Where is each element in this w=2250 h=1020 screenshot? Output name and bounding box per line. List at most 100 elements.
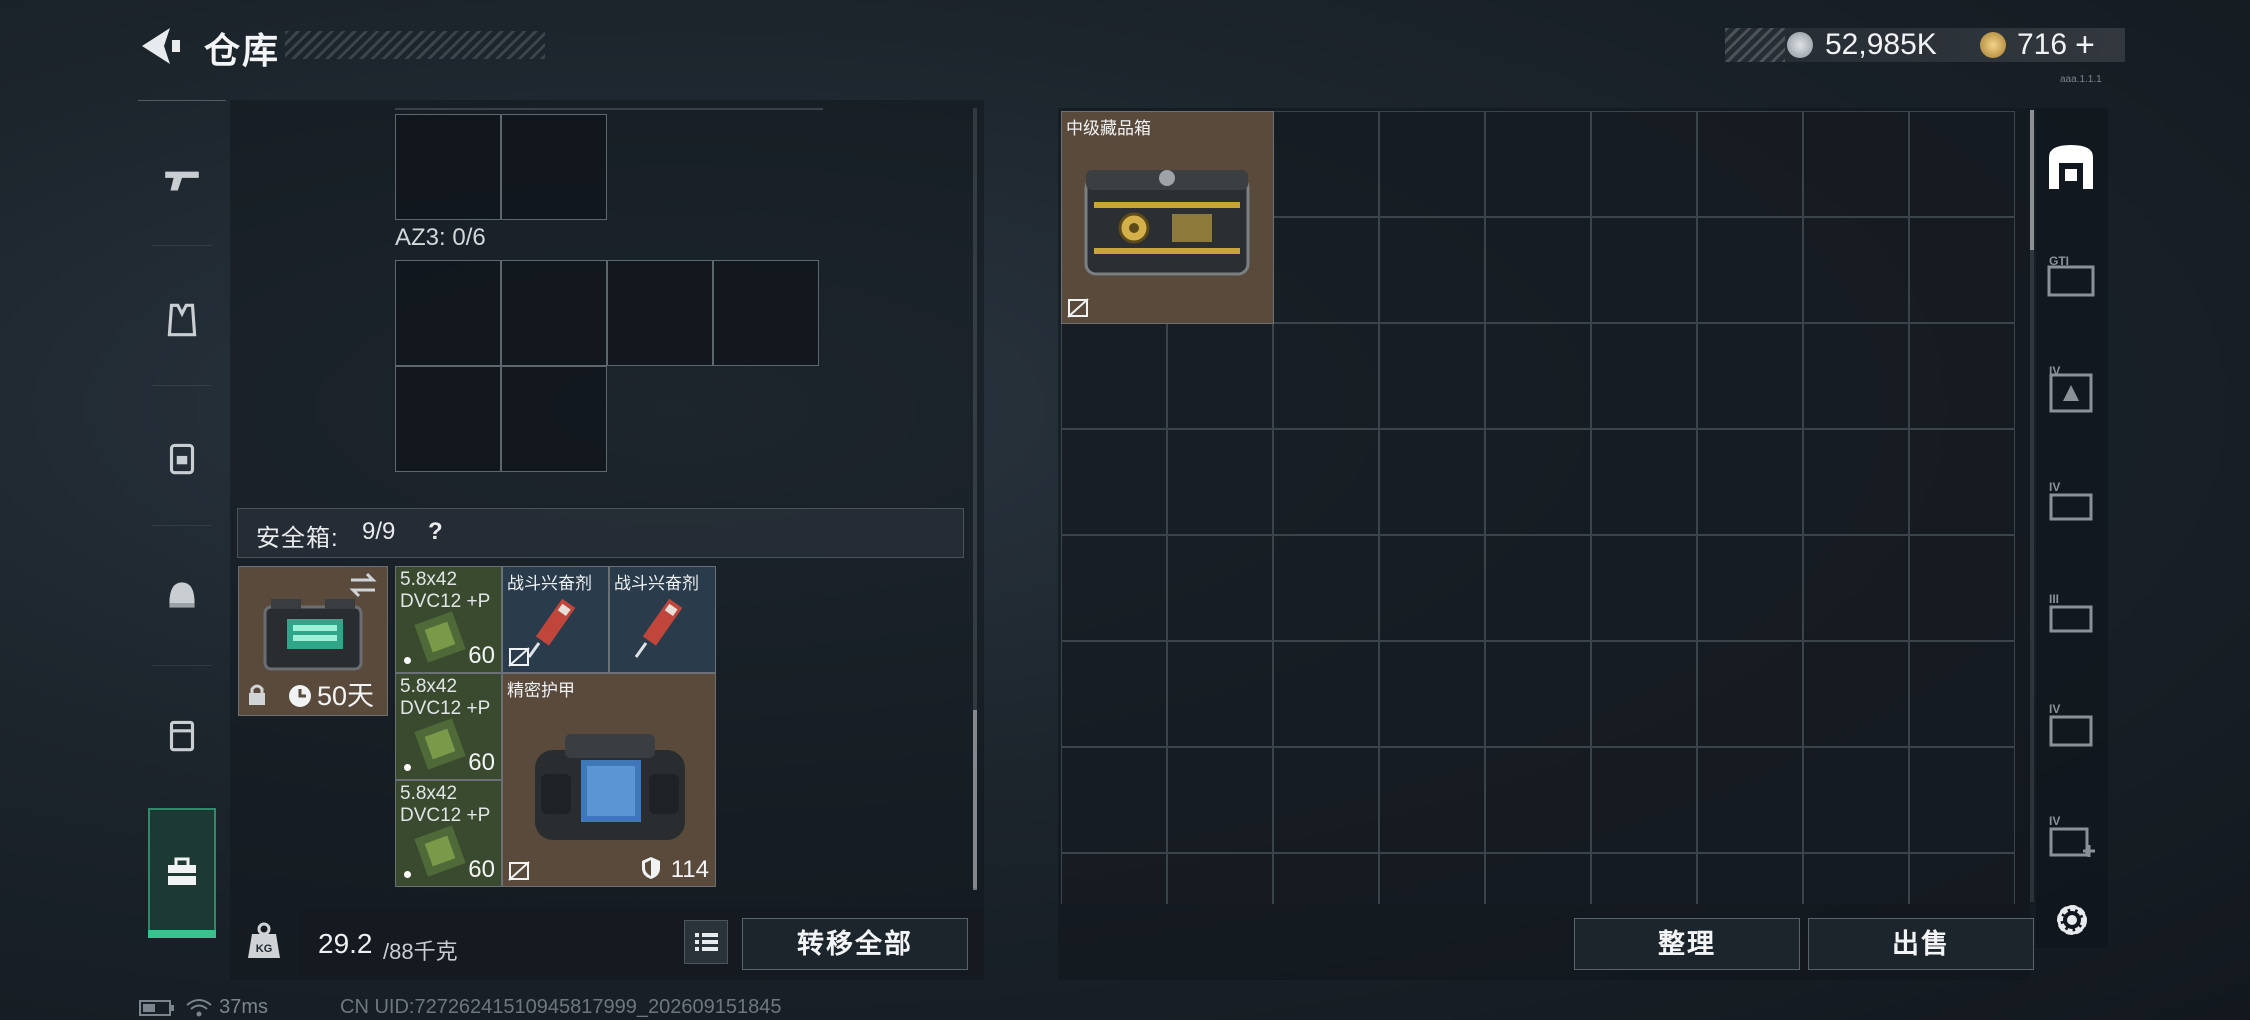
backpack-icon[interactable] — [138, 398, 226, 518]
storage-cell[interactable] — [1273, 323, 1379, 429]
az3-slot[interactable] — [713, 260, 819, 366]
az3-slot[interactable] — [501, 260, 607, 366]
list-view-button[interactable] — [684, 920, 728, 964]
settings-gear-icon[interactable] — [2050, 898, 2094, 942]
storage-cell[interactable] — [1803, 323, 1909, 429]
slot[interactable] — [501, 114, 607, 220]
storage-cell[interactable] — [1167, 747, 1273, 853]
storage-cell[interactable] — [1167, 641, 1273, 747]
help-button[interactable]: ? — [428, 518, 443, 546]
storage-cell[interactable] — [1273, 853, 1379, 904]
slot[interactable] — [395, 114, 501, 220]
storage-cell[interactable] — [1803, 217, 1909, 323]
storage-cell[interactable] — [1273, 747, 1379, 853]
storage-cell[interactable] — [1273, 111, 1379, 217]
storage-cell[interactable] — [1061, 535, 1167, 641]
iv-plus-tab[interactable]: IV — [2040, 804, 2102, 874]
vest-icon[interactable] — [138, 260, 226, 380]
storage-cell[interactable] — [1697, 535, 1803, 641]
g1-tab[interactable]: GTI — [2040, 244, 2102, 314]
storage-cell[interactable] — [1379, 217, 1485, 323]
storage-cell[interactable] — [1485, 853, 1591, 904]
storage-cell[interactable] — [1591, 535, 1697, 641]
transfer-all-button[interactable]: 转移全部 — [742, 918, 968, 970]
storage-cell[interactable] — [1061, 429, 1167, 535]
storage-cell[interactable] — [1909, 323, 2015, 429]
storage-cell[interactable] — [1697, 641, 1803, 747]
storage-cell[interactable] — [1909, 217, 2015, 323]
storage-cell[interactable] — [1803, 111, 1909, 217]
helmet-icon[interactable] — [138, 535, 226, 655]
storage-cell[interactable] — [1379, 535, 1485, 641]
swap-icon[interactable] — [347, 571, 379, 599]
storage-cell[interactable] — [1803, 641, 1909, 747]
storage-cell[interactable] — [1485, 323, 1591, 429]
pouch-icon[interactable] — [138, 675, 226, 795]
storage-cell[interactable] — [1909, 747, 2015, 853]
storage-cell[interactable] — [1591, 217, 1697, 323]
storage-cell[interactable] — [1909, 853, 2015, 904]
right-scrollbar-thumb[interactable] — [2030, 110, 2034, 250]
az3-slot[interactable] — [395, 260, 501, 366]
add-gold-button[interactable]: + — [2075, 28, 2095, 62]
storage-cell[interactable] — [1591, 747, 1697, 853]
storage-cell[interactable] — [1803, 429, 1909, 535]
iii-tab[interactable]: III — [2040, 580, 2102, 650]
armor-item[interactable]: 精密护甲 114 — [502, 673, 716, 887]
pistol-icon[interactable] — [138, 120, 226, 240]
storage-cell[interactable] — [1273, 535, 1379, 641]
storage-cell[interactable] — [1591, 429, 1697, 535]
sell-button[interactable]: 出售 — [1808, 918, 2034, 970]
storage-cell[interactable] — [1803, 853, 1909, 904]
sort-button[interactable]: 整理 — [1574, 918, 1800, 970]
storage-cell[interactable] — [1485, 111, 1591, 217]
storage-cell[interactable] — [1379, 429, 1485, 535]
safe-box-container[interactable]: 50天 — [238, 566, 388, 716]
storage-cell[interactable] — [1485, 747, 1591, 853]
storage-tab[interactable] — [2040, 132, 2102, 202]
storage-cell[interactable] — [1379, 853, 1485, 904]
storage-cell[interactable] — [1061, 641, 1167, 747]
ammo-item[interactable]: 5.8x42 DVC12 +P 60 — [395, 780, 502, 887]
storage-cell[interactable] — [1697, 323, 1803, 429]
storage-cell[interactable] — [1167, 429, 1273, 535]
storage-cell[interactable] — [1379, 747, 1485, 853]
az3-slot[interactable] — [607, 260, 713, 366]
ammo-item[interactable]: 5.8x42 DVC12 +P 60 — [395, 673, 502, 780]
storage-cell[interactable] — [1909, 429, 2015, 535]
storage-cell[interactable] — [1167, 535, 1273, 641]
storage-cell[interactable] — [1273, 641, 1379, 747]
az3-slot[interactable] — [395, 366, 501, 472]
storage-cell[interactable] — [1591, 853, 1697, 904]
storage-cell[interactable] — [1591, 111, 1697, 217]
storage-cell[interactable] — [1167, 323, 1273, 429]
storage-cell[interactable] — [1061, 747, 1167, 853]
storage-cell[interactable] — [1167, 853, 1273, 904]
storage-cell[interactable] — [1803, 747, 1909, 853]
storage-cell[interactable] — [1909, 111, 2015, 217]
storage-cell[interactable] — [1379, 111, 1485, 217]
stim-item[interactable]: 战斗兴奋剂 — [502, 566, 609, 673]
storage-cell[interactable] — [1485, 535, 1591, 641]
storage-cell[interactable] — [1061, 323, 1167, 429]
storage-cell[interactable] — [1485, 217, 1591, 323]
iv-tab-1[interactable]: IV — [2040, 356, 2102, 426]
storage-cell[interactable] — [1379, 641, 1485, 747]
ammo-item[interactable]: 5.8x42 DVC12 +P 60 — [395, 566, 502, 673]
storage-cell[interactable] — [1697, 111, 1803, 217]
storage-cell[interactable] — [1273, 217, 1379, 323]
storage-cell[interactable] — [1061, 853, 1167, 904]
storage-cell[interactable] — [1485, 641, 1591, 747]
storage-cell[interactable] — [1697, 747, 1803, 853]
back-button[interactable] — [136, 22, 184, 70]
storage-cell[interactable] — [1379, 323, 1485, 429]
storage-cell[interactable] — [1909, 535, 2015, 641]
iv-tab-2[interactable]: IV — [2040, 468, 2102, 538]
storage-cell[interactable] — [1485, 429, 1591, 535]
storage-cell[interactable] — [1697, 853, 1803, 904]
storage-cell[interactable] — [1909, 641, 2015, 747]
storage-cell[interactable] — [1697, 217, 1803, 323]
sidebar-item-toolbox[interactable] — [148, 808, 216, 938]
storage-cell[interactable] — [1591, 323, 1697, 429]
left-scrollbar-thumb[interactable] — [973, 710, 977, 890]
